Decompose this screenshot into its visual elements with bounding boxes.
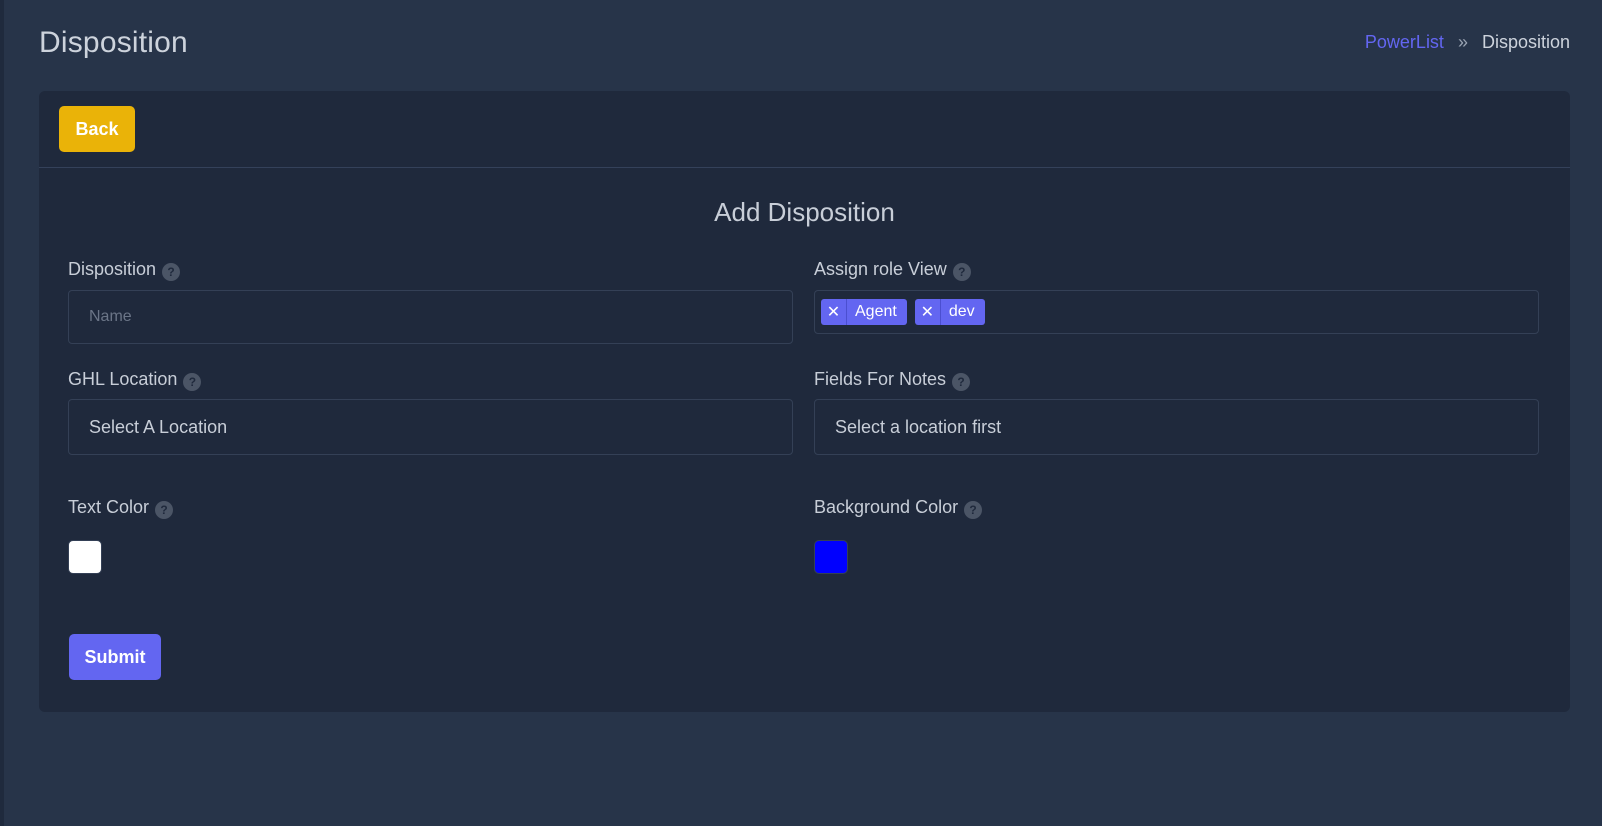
ghl-location-label-text: GHL Location [68,368,178,389]
back-button[interactable]: Back [59,106,135,152]
form-title: Add Disposition [714,197,895,227]
help-icon[interactable]: ? [183,373,202,391]
background-color-picker[interactable] [814,540,848,574]
fields-for-notes-select[interactable]: Select a location first [814,399,1539,455]
background-color-label: Background Color ? [814,495,983,519]
breadcrumb-link-powerlist[interactable]: PowerList [1365,32,1444,53]
breadcrumb-current: Disposition [1481,32,1570,52]
role-tag-label: Agent [855,303,897,320]
assign-role-multiselect[interactable]: ✕ Agent ✕ dev [814,290,1539,334]
role-tag-label: dev [948,303,975,320]
help-icon[interactable]: ? [964,501,983,519]
background-color-label-text: Background Color [814,496,959,517]
fields-for-notes-value: Select a location first [835,416,1002,437]
ghl-location-label: GHL Location ? [68,367,202,391]
assign-role-label: Assign role View ? [814,257,971,281]
disposition-field[interactable] [68,290,793,344]
help-icon[interactable]: ? [162,263,181,281]
text-color-label: Text Color ? [68,495,174,519]
help-icon[interactable]: ? [155,501,174,519]
role-tag-dev: ✕ dev [914,299,985,325]
disposition-label-text: Disposition [68,258,157,279]
disposition-label: Disposition ? [68,257,181,281]
assign-role-label-text: Assign role View [814,258,947,279]
fields-for-notes-label-text: Fields For Notes [814,368,947,389]
breadcrumb: PowerList » Disposition [1365,32,1570,53]
ghl-location-select[interactable]: Select A Location [68,399,793,455]
left-edge-divider [0,0,4,826]
remove-tag-icon[interactable]: ✕ [915,299,941,325]
text-color-picker[interactable] [68,540,102,574]
disposition-card: Back Add Disposition Disposition ? Assig… [39,91,1570,712]
card-header: Back [39,91,1570,168]
help-icon[interactable]: ? [952,263,971,281]
page-title: Disposition [39,26,188,59]
submit-button[interactable]: Submit [69,634,161,680]
remove-tag-icon[interactable]: ✕ [821,299,847,325]
help-icon[interactable]: ? [952,373,971,391]
role-tag-agent: ✕ Agent [821,299,907,325]
text-color-label-text: Text Color [68,496,150,517]
fields-for-notes-label: Fields For Notes ? [814,367,971,391]
page: Disposition PowerList » Disposition Back… [0,0,1602,826]
disposition-name-input[interactable] [89,308,792,326]
breadcrumb-separator-icon: » [1457,32,1468,52]
ghl-location-value: Select A Location [89,416,228,437]
